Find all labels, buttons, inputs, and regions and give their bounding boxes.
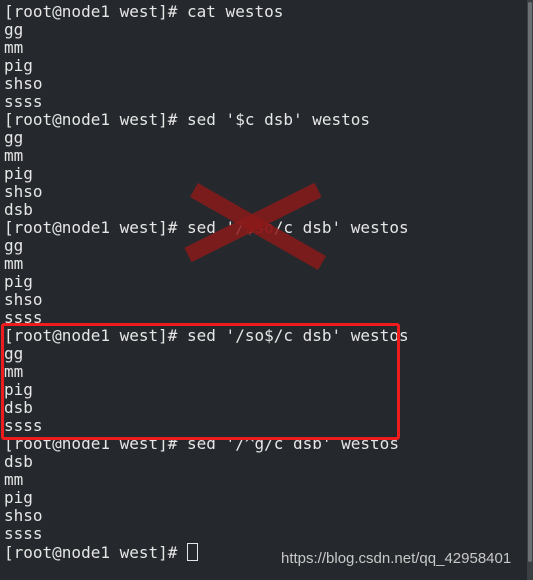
output-line: shso: [4, 74, 43, 93]
highlight-box: [1, 323, 400, 440]
scrollbar-thumb[interactable]: [528, 2, 532, 562]
command-line: [root@node1 west]# sed '$c dsb' westos: [4, 110, 371, 129]
prompt: [root@node1 west]#: [4, 543, 188, 562]
output-line: mm: [4, 470, 24, 489]
scrollbar[interactable]: [527, 0, 533, 580]
output-line: ssss: [4, 524, 43, 543]
output-line: gg: [4, 20, 24, 39]
output-line: pig: [4, 272, 33, 291]
output-line: gg: [4, 128, 24, 147]
output-line: mm: [4, 146, 24, 165]
output-line: pig: [4, 56, 33, 75]
output-line: shso: [4, 290, 43, 309]
output-line: pig: [4, 488, 33, 507]
output-line: ssss: [4, 92, 43, 111]
output-line: mm: [4, 38, 24, 57]
watermark: https://blog.csdn.net/qq_42958401: [281, 550, 512, 567]
cursor: [187, 543, 199, 561]
output-line: dsb: [4, 452, 33, 471]
output-line: shso: [4, 506, 43, 525]
red-x-icon: [180, 180, 330, 275]
command-line: [root@node1 west]# cat westos: [4, 2, 284, 21]
terminal-output[interactable]: [root@node1 west]# cat westos gg mm pig shso…: [4, 2, 409, 562]
